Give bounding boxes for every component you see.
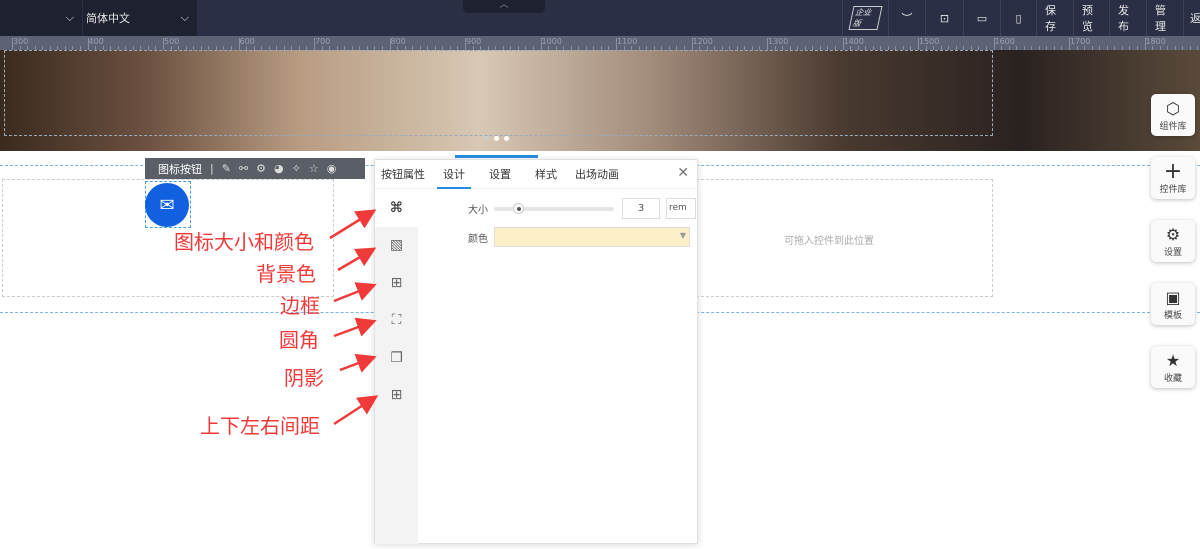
label: 收藏 — [1163, 374, 1182, 384]
component-library-button[interactable]: ⬡ 组件库 — [1151, 94, 1195, 136]
grid-icon: ▣ — [1165, 288, 1181, 307]
gears-icon: ⚙ — [1165, 225, 1181, 244]
template-button[interactable]: ▣ 模板 — [1151, 283, 1195, 325]
star-gear-icon: ★ — [1165, 351, 1181, 370]
settings-button[interactable]: ⚙ 设置 — [1151, 220, 1195, 262]
cube-icon: ⬡ — [1166, 99, 1180, 118]
widget-library-button[interactable]: + 控件库 — [1151, 157, 1195, 199]
right-toolbar: ⬡ 组件库 + 控件库 ⚙ 设置 ▣ 模板 ★ 收藏 — [1151, 94, 1195, 409]
label: 模板 — [1163, 311, 1182, 321]
annotation-arrows — [329, 209, 379, 426]
label: 控件库 — [1159, 185, 1187, 195]
favorites-button[interactable]: ★ 收藏 — [1151, 346, 1195, 388]
label: 设置 — [1163, 248, 1182, 258]
plus-icon: + — [1163, 159, 1183, 184]
label: 组件库 — [1159, 122, 1187, 132]
